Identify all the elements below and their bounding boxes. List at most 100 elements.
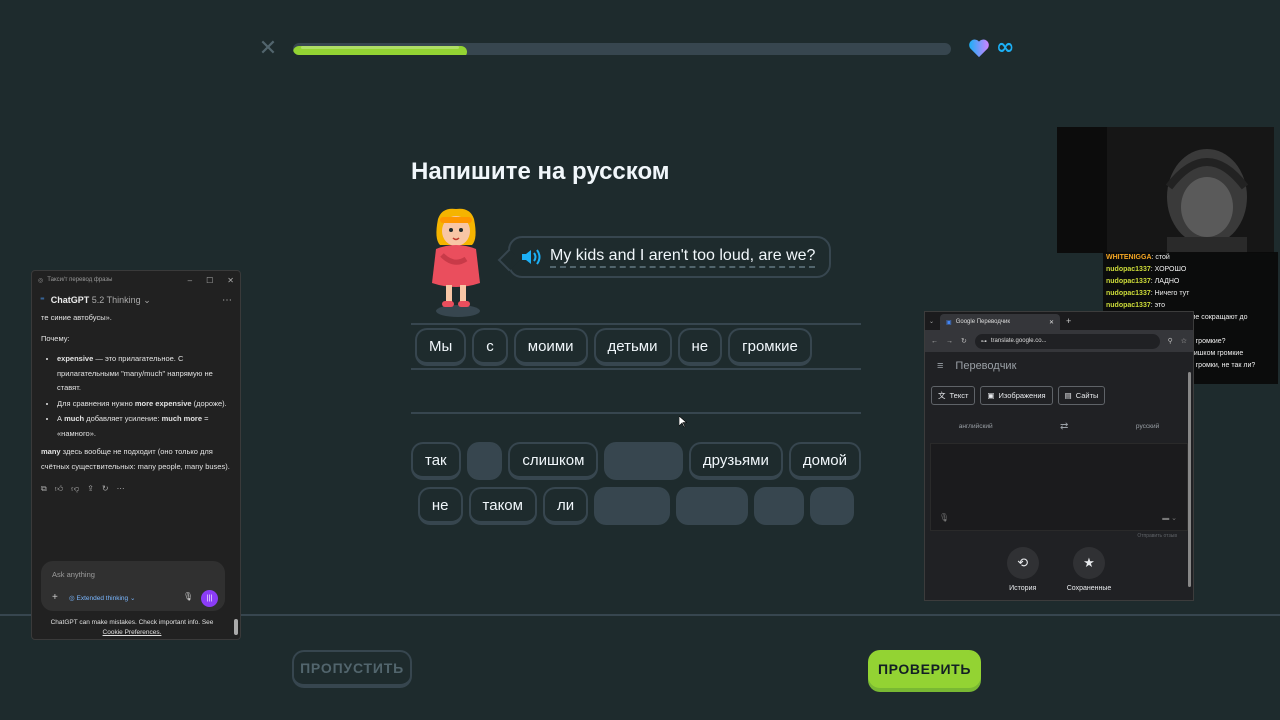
word-bank-tile[interactable]: друзьями [688, 442, 783, 480]
maximize-icon[interactable]: ☐ [206, 276, 213, 285]
word-bank-row-2: не таком ли [411, 487, 861, 525]
mode-text-button[interactable]: 文 Текст [931, 386, 976, 405]
word-bank-tile[interactable]: слишком [508, 442, 599, 480]
chat-text: ХОРОШО [1154, 266, 1187, 273]
language-selector: английский ⇄ русский [925, 411, 1193, 441]
answer-area: Мы с моими детьми не громкие [411, 324, 861, 370]
message-bullet: expensive — это прилагательное. С прилаг… [57, 352, 231, 396]
chatgpt-composer[interactable]: Ask anything + ◎ Extended thinking ⌄ 🎙︎ … [41, 561, 225, 611]
saved-button[interactable]: ★ Сохраненные [1067, 547, 1111, 592]
chatgpt-app-icon: ◎ [38, 277, 44, 284]
extended-thinking-toggle[interactable]: ◎ Extended thinking ⌄ [69, 594, 135, 602]
send-feedback-link[interactable]: Отправить отзыв [925, 533, 1193, 543]
check-button[interactable]: ПРОВЕРИТЬ [868, 650, 981, 688]
minimize-icon[interactable]: – [188, 276, 192, 285]
answer-word-tile[interactable]: не [677, 328, 723, 366]
hearts-counter[interactable]: ∞ [968, 35, 1015, 60]
chat-message: nudopac1337: ЛАДНО [1106, 278, 1180, 285]
translate-mic-icon[interactable]: 🎙︎ [939, 513, 949, 522]
word-bank-slot-empty [676, 487, 749, 525]
lesson-progress-bar [293, 43, 951, 55]
plus-icon[interactable]: + [52, 592, 58, 603]
zoom-icon[interactable]: ⚲ [1168, 337, 1173, 345]
target-language[interactable]: русский [1136, 423, 1159, 430]
source-language[interactable]: английский [959, 423, 993, 430]
history-button[interactable]: ⟲ История [1006, 547, 1039, 592]
answer-word-tile[interactable]: Мы [415, 328, 467, 366]
share-icon[interactable]: ⇪ [87, 484, 94, 494]
word-bank-tile[interactable]: так [411, 442, 461, 480]
voice-mode-icon[interactable]: ||| [201, 590, 218, 607]
answer-line-bottom [411, 412, 861, 414]
site-icon: ▤ [1064, 391, 1072, 400]
word-bank-tile[interactable]: домой [788, 442, 861, 480]
model-selector[interactable]: ChatGPT 5.2 Thinking ⌄ [51, 295, 151, 306]
tab-google-translate[interactable]: ▣ Google Переводчик ✕ [940, 314, 1061, 330]
infinity-lives: ∞ [996, 35, 1015, 60]
message-why: Почему: [41, 333, 70, 343]
word-bank-slot-empty [810, 487, 855, 525]
thumbs-up-icon[interactable]: 👍︎ [55, 484, 63, 494]
translate-scrollbar[interactable] [1188, 372, 1191, 587]
thumbs-down-icon[interactable]: 👎︎ [71, 484, 79, 494]
speaker-icon[interactable] [520, 248, 542, 266]
message-text: те синие автобусы». [41, 313, 112, 322]
lesson-progress-fill [293, 46, 468, 55]
close-tab-icon[interactable]: ✕ [1049, 319, 1054, 326]
chatgpt-window: ◎ Такси/т перевод фразы – ☐ ✕ ⁼ ChatGPT … [31, 270, 241, 640]
address-bar[interactable]: ⊶ translate.google.co... [974, 333, 1160, 349]
translate-app-name: Переводчик [955, 360, 1017, 372]
close-window-icon[interactable]: ✕ [227, 276, 234, 285]
composer-placeholder[interactable]: Ask anything [52, 570, 95, 579]
message-bullet: А much добавляет усиление: much more = «… [57, 412, 231, 441]
answer-word-tile[interactable]: громкие [728, 328, 812, 366]
tab-menu-icon[interactable]: ⌄ [929, 318, 934, 325]
answer-word-tile[interactable]: моими [513, 328, 588, 366]
more-icon[interactable]: ⋯ [117, 484, 125, 494]
prompt-sentence[interactable]: My kids and I aren't too loud, are we? [550, 246, 816, 268]
word-bank-tile[interactable]: не [417, 487, 463, 525]
word-bank-slot-empty [604, 442, 683, 480]
cookie-preferences-link[interactable]: Cookie Preferences. [103, 629, 162, 636]
translate-bottom-actions: ⟲ История ★ Сохраненные [925, 543, 1193, 592]
chat-username: nudopac1337 [1106, 302, 1151, 309]
keyboard-icon[interactable]: ▬ ⌄ [1162, 514, 1177, 522]
sidebar-toggle-icon[interactable]: ⁼ [40, 295, 45, 306]
word-bank-tile[interactable]: ли [542, 487, 589, 525]
answer-word-tile[interactable]: с [472, 328, 508, 366]
close-icon[interactable]: ✕ [258, 38, 278, 60]
back-icon[interactable]: ← [931, 338, 938, 345]
translate-source-input[interactable]: 🎙︎ ▬ ⌄ [930, 443, 1188, 531]
microphone-icon[interactable]: 🎙︎ [183, 592, 193, 601]
browser-toolbar: ← → ↻ ⊶ translate.google.co... ⚲ ☆ [925, 330, 1193, 352]
chatgpt-scrollbar[interactable] [234, 289, 238, 639]
regenerate-icon[interactable]: ↻ [102, 484, 109, 494]
chatgpt-window-title: Такси/т перевод фразы [47, 277, 113, 283]
exercise-title: Напишите на русском [411, 158, 670, 185]
more-options-icon[interactable]: ⋯ [222, 295, 232, 306]
word-bank-tile[interactable]: таком [468, 487, 537, 525]
chatgpt-message: те синие автобусы». Почему: expensive — … [32, 311, 240, 474]
chatgpt-titlebar: ◎ Такси/т перевод фразы – ☐ ✕ [32, 271, 240, 289]
mode-sites-button[interactable]: ▤ Сайты [1057, 386, 1106, 405]
answer-word-tile[interactable]: детьми [593, 328, 672, 366]
google-translate-favicon: ▣ [946, 319, 952, 326]
skip-button[interactable]: ПРОПУСТИТЬ [292, 650, 412, 688]
image-icon: ▣ [987, 391, 995, 400]
hamburger-menu-icon[interactable]: ≡ [937, 360, 943, 372]
new-tab-icon[interactable]: + [1066, 316, 1071, 326]
forward-icon[interactable]: → [946, 338, 953, 345]
copy-icon[interactable]: ⧉ [41, 484, 47, 494]
word-bank-slot-empty [466, 442, 503, 480]
chat-message: WHITENIGGA: стой [1106, 254, 1170, 261]
chat-username: WHITENIGGA [1106, 254, 1152, 261]
reload-icon[interactable]: ↻ [961, 337, 967, 345]
chat-message: nudopac1337: Ничего тут [1106, 290, 1190, 297]
mode-images-button[interactable]: ▣ Изображения [980, 386, 1053, 405]
swap-languages-icon[interactable]: ⇄ [1060, 421, 1068, 432]
star-icon: ★ [1072, 547, 1105, 579]
bookmark-star-icon[interactable]: ☆ [1181, 337, 1187, 345]
browser-tabstrip: ⌄ ▣ Google Переводчик ✕ + [925, 312, 1193, 330]
google-translate-window: ⌄ ▣ Google Переводчик ✕ + ← → ↻ ⊶ transl… [924, 311, 1194, 601]
site-info-icon[interactable]: ⊶ [981, 338, 987, 345]
